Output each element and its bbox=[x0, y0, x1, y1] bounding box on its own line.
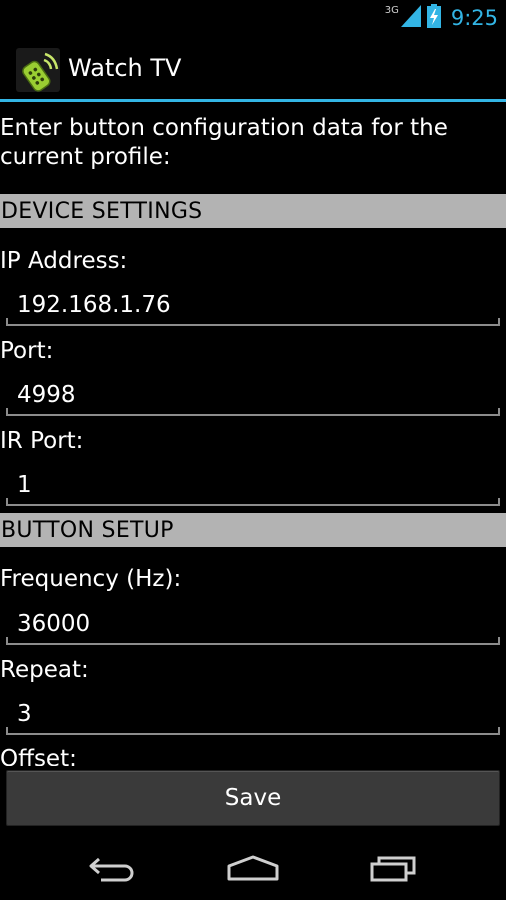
action-bar: Watch TV bbox=[0, 36, 506, 100]
network-type-label: 3G bbox=[384, 4, 399, 16]
status-bar: 3G 9:25 bbox=[0, 0, 506, 36]
signal-icon bbox=[400, 5, 421, 31]
page-title: Watch TV bbox=[68, 54, 182, 82]
navigation-bar bbox=[0, 836, 506, 900]
offset-label: Offset: bbox=[0, 746, 77, 766]
section-header-device-settings: DEVICE SETTINGS bbox=[0, 194, 506, 228]
home-icon[interactable] bbox=[223, 846, 283, 890]
ir-port-input[interactable] bbox=[6, 464, 500, 506]
back-icon[interactable] bbox=[82, 846, 142, 890]
clock-time: 9:25 bbox=[450, 6, 498, 30]
recent-apps-icon[interactable] bbox=[364, 846, 424, 890]
intro-text: Enter button configuration data for the … bbox=[0, 115, 448, 170]
frequency-label: Frequency (Hz): bbox=[0, 566, 182, 592]
status-icons: 3G 9:25 bbox=[385, 0, 498, 36]
save-button[interactable]: Save bbox=[6, 770, 500, 826]
port-label: Port: bbox=[0, 338, 54, 364]
remote-control-app-icon[interactable] bbox=[16, 48, 60, 92]
ir-port-label: IR Port: bbox=[0, 428, 84, 454]
battery-charging-icon bbox=[426, 4, 441, 32]
ip-address-label: IP Address: bbox=[0, 248, 128, 274]
settings-form[interactable]: Enter button configuration data for the … bbox=[0, 102, 506, 766]
repeat-input[interactable] bbox=[6, 693, 500, 735]
port-input[interactable] bbox=[6, 374, 500, 416]
repeat-label: Repeat: bbox=[0, 657, 89, 683]
section-header-button-setup: BUTTON SETUP bbox=[0, 513, 506, 547]
frequency-input[interactable] bbox=[6, 603, 500, 645]
ip-address-input[interactable] bbox=[6, 284, 500, 326]
